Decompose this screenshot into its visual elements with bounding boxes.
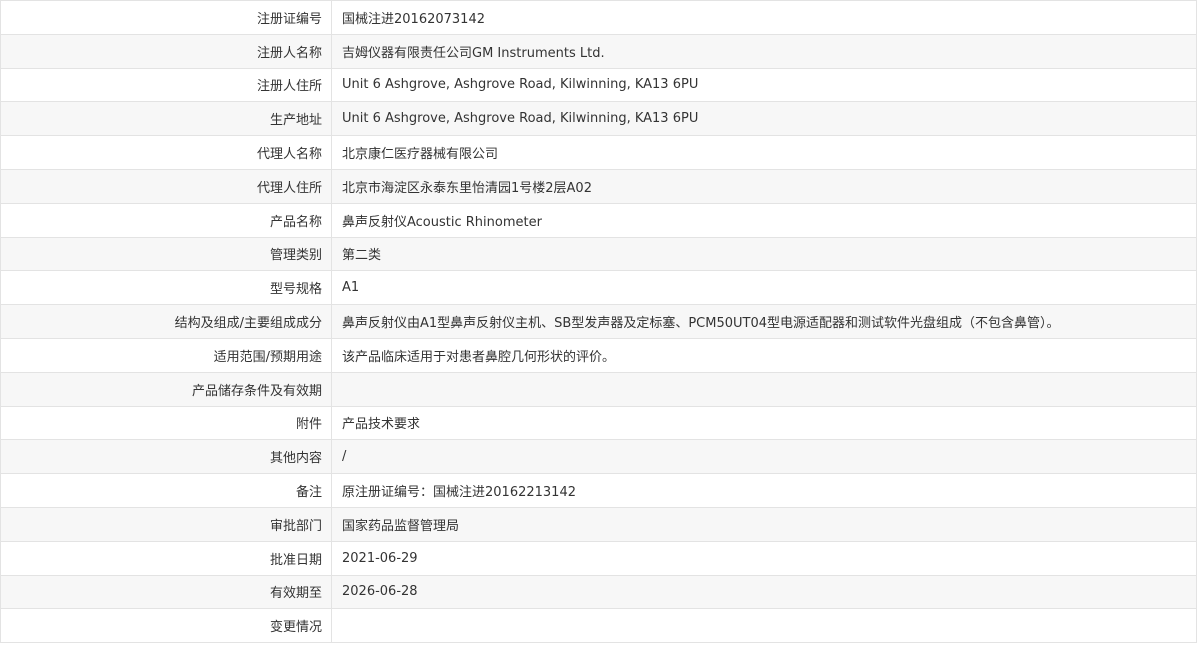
row-value: 产品技术要求 <box>331 405 1197 441</box>
row-value: 该产品临床适用于对患者鼻腔几何形状的评价。 <box>331 337 1197 373</box>
table-row: 生产地址 Unit 6 Ashgrove, Ashgrove Road, Kilw… <box>0 101 1197 137</box>
row-value: 国家药品监督管理局 <box>331 506 1197 542</box>
row-label: 其他内容 <box>0 439 332 475</box>
table-row: 代理人住所 北京市海淀区永泰东里怡清园1号楼2层A02 <box>0 168 1197 204</box>
row-value: A1 <box>331 270 1197 306</box>
table-row: 附件 产品技术要求 <box>0 405 1197 441</box>
table-row: 有效期至 2026-06-28 <box>0 574 1197 610</box>
row-value: 2021-06-29 <box>331 540 1197 576</box>
row-label: 注册人住所 <box>0 67 332 103</box>
row-value <box>331 371 1197 407</box>
row-label: 附件 <box>0 405 332 441</box>
row-label: 审批部门 <box>0 506 332 542</box>
table-row: 适用范围/预期用途 该产品临床适用于对患者鼻腔几何形状的评价。 <box>0 337 1197 373</box>
row-value: 吉姆仪器有限责任公司GM Instruments Ltd. <box>331 33 1197 69</box>
row-label: 管理类别 <box>0 236 332 272</box>
row-value: 国械注进20162073142 <box>331 0 1197 35</box>
table-row: 结构及组成/主要组成成分 鼻声反射仪由A1型鼻声反射仪主机、SB型发声器及定标塞、… <box>0 304 1197 339</box>
row-label: 注册人名称 <box>0 33 332 69</box>
table-row: 代理人名称 北京康仁医疗器械有限公司 <box>0 135 1197 170</box>
row-label: 结构及组成/主要组成成分 <box>0 304 332 339</box>
table-row: 产品储存条件及有效期 <box>0 371 1197 407</box>
row-label: 代理人住所 <box>0 168 332 204</box>
row-value: / <box>331 439 1197 475</box>
row-label: 适用范围/预期用途 <box>0 337 332 373</box>
table-row: 管理类别 第二类 <box>0 236 1197 272</box>
row-label: 注册证编号 <box>0 0 332 35</box>
row-value: 北京康仁医疗器械有限公司 <box>331 135 1197 170</box>
row-value: Unit 6 Ashgrove, Ashgrove Road, Kilwinni… <box>331 101 1197 137</box>
row-label: 生产地址 <box>0 101 332 137</box>
row-label: 有效期至 <box>0 574 332 610</box>
row-value <box>331 608 1197 644</box>
row-value: 2026-06-28 <box>331 574 1197 610</box>
row-value: 鼻声反射仪由A1型鼻声反射仪主机、SB型发声器及定标塞、PCM50UT04型电源… <box>331 304 1197 339</box>
table-row: 批准日期 2021-06-29 <box>0 540 1197 576</box>
table-row: 注册人名称 吉姆仪器有限责任公司GM Instruments Ltd. <box>0 33 1197 69</box>
table-row: 注册证编号 国械注进20162073142 <box>0 0 1197 35</box>
row-label: 代理人名称 <box>0 135 332 170</box>
table-row: 其他内容 / <box>0 439 1197 475</box>
table-row: 审批部门 国家药品监督管理局 <box>0 506 1197 542</box>
table-row: 注册人住所 Unit 6 Ashgrove, Ashgrove Road, Kil… <box>0 67 1197 103</box>
row-value: 原注册证编号：国械注进20162213142 <box>331 473 1197 508</box>
row-label: 变更情况 <box>0 608 332 644</box>
row-label: 批准日期 <box>0 540 332 576</box>
row-label: 备注 <box>0 473 332 508</box>
table-row: 产品名称 鼻声反射仪Acoustic Rhinometer <box>0 202 1197 238</box>
table-row: 备注 原注册证编号：国械注进20162213142 <box>0 473 1197 508</box>
row-value: 鼻声反射仪Acoustic Rhinometer <box>331 202 1197 238</box>
row-label: 产品储存条件及有效期 <box>0 371 332 407</box>
row-label: 产品名称 <box>0 202 332 238</box>
table-row: 变更情况 <box>0 608 1197 644</box>
registration-detail-table: 注册证编号 国械注进20162073142 注册人名称 吉姆仪器有限责任公司GM I… <box>0 0 1197 644</box>
table-row: 型号规格 A1 <box>0 270 1197 306</box>
row-label: 型号规格 <box>0 270 332 306</box>
row-value: Unit 6 Ashgrove, Ashgrove Road, Kilwinni… <box>331 67 1197 103</box>
row-value: 第二类 <box>331 236 1197 272</box>
row-value: 北京市海淀区永泰东里怡清园1号楼2层A02 <box>331 168 1197 204</box>
